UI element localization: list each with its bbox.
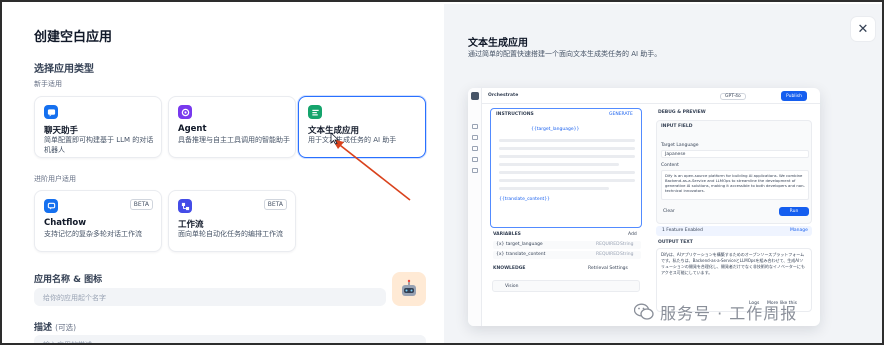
mock-add: Add [628,232,637,237]
mock-debug: DEBUG & PREVIEW INPUT FIELD Target Langu… [654,106,814,320]
advanced-label: 进阶用户适用 [34,175,76,183]
mock-clear: Clear [663,209,675,214]
beta-badge: BETA [129,199,153,210]
mock-output-text: OUTPUT TEXT [658,240,693,245]
close-button[interactable]: ✕ [850,16,876,42]
mock-knowledge-label: KNOWLEDGE [493,266,526,271]
mock-output: Difyは、AIアプリケーションを構築するためのオープンソースプラットフォームで… [661,252,805,275]
mock-vision-label: Vision [505,284,519,289]
mock-instructions-label: INSTRUCTIONS [496,112,534,117]
mock-var1: {{target_language}} [531,127,580,132]
optional-hint: (可选) [55,323,77,332]
card-desc: 简单配置即可构建基于 LLM 的对话机器人 [44,136,154,154]
app-icon-picker[interactable] [392,272,426,306]
mock-generate: GENERATE [609,112,633,117]
card-desc: 面向单轮自动化任务的编排工作流 [178,230,283,238]
app-desc-textarea[interactable]: 输入应用的描述 [34,335,426,343]
card-desc: 支持记忆的复杂多轮对话工作流 [44,230,142,238]
mock-var-req: REQUIRED [596,242,620,247]
mock-input-field: INPUT FIELD [661,124,693,129]
app-type-label: 选择应用类型 [34,64,94,75]
mock-variables: VARIABLES Add {x} target_language REQUIR… [490,232,642,260]
mock-retrieval: Retrieval Settings [588,266,628,271]
watermark-text: 服务号 · 工作周报 [660,304,798,323]
wechat-icon [634,303,654,320]
mock-debug-label: DEBUG & PREVIEW [658,110,706,115]
preview-title: 文本生成应用 [468,38,528,49]
card-name: Chatflow [44,218,87,228]
desc-label: 描述 (可选) [34,320,76,333]
beginner-label: 新手适用 [34,80,62,88]
mock-knowledge: KNOWLEDGE Retrieval Settings [490,264,642,274]
card-agent[interactable]: Agent 具备推理与自主工具调用的智能助手 [168,96,296,158]
card-name: Agent [178,124,207,134]
card-chatflow[interactable]: BETA Chatflow 支持记忆的复杂多轮对话工作流 [34,190,162,252]
beta-badge: BETA [263,199,287,210]
mock-sidebar [468,88,482,326]
text-generator-icon [308,105,322,119]
mock-vision: Vision [492,280,640,292]
mock-content-text: Dify is an open-source platform for buil… [665,173,805,193]
mock-publish-button: Publish [781,91,807,101]
mock-variables-label: VARIABLES [493,232,521,237]
create-app-form: 创建空白应用 选择应用类型 新手适用 聊天助手 简单配置即可构建基于 LLM 的… [4,4,444,343]
mock-instructions: INSTRUCTIONS GENERATE {{target_language}… [490,108,642,228]
mock-japanese: Japanese [665,152,686,157]
dialog-title: 创建空白应用 [34,30,113,45]
watermark: 服务号 · 工作周报 [634,300,797,324]
mock-header: Orchestrate GPT-4o Publish [482,88,820,104]
preview-screenshot: Orchestrate GPT-4o Publish INSTRUCTIONS … [468,88,820,326]
name-icon-label: 应用名称 & 图标 [34,275,103,285]
mock-model: GPT-4o [720,93,746,100]
mock-manage: Manage [790,228,808,233]
desc-label-text: 描述 [34,323,53,333]
mock-content: Content [661,163,679,168]
preview-desc: 通过简单的配置快速搭建一个面向文本生成类任务的 AI 助手。 [468,50,662,58]
app-name-input[interactable]: 给你的应用起个名字 [34,288,386,306]
mock-orchestrate: Orchestrate [488,93,519,98]
cursor-icon [330,132,340,145]
mock-features: 1 Feature Enabled [662,228,703,233]
preview-panel: 文本生成应用 通过简单的配置快速搭建一个面向文本生成类任务的 AI 助手。 Or… [444,4,882,343]
workflow-icon [178,199,192,213]
mock-target-language: Target Language [661,143,699,148]
chat-bubble-icon [44,105,58,119]
mock-var-key: {x} target_language [496,242,543,247]
mock-var-req: REQUIRED [596,252,620,257]
close-icon: ✕ [857,21,869,37]
mock-var-type: String [620,242,634,247]
dialog: 创建空白应用 选择应用类型 新手适用 聊天助手 简单配置即可构建基于 LLM 的… [0,0,884,345]
mock-var-key: {x} translate_content [496,252,546,257]
mock-var2: {{translate_content}} [499,197,551,202]
card-workflow[interactable]: BETA 工作流 面向单轮自动化任务的编排工作流 [168,190,296,252]
robot-icon [402,279,416,296]
card-desc: 具备推理与自主工具调用的智能助手 [178,136,290,144]
card-chat-assistant[interactable]: 聊天助手 简单配置即可构建基于 LLM 的对话机器人 [34,96,162,158]
chatflow-icon [44,199,58,213]
mock-var-type: String [620,252,634,257]
mock-run-button: Run [779,207,809,216]
agent-icon [178,105,192,119]
